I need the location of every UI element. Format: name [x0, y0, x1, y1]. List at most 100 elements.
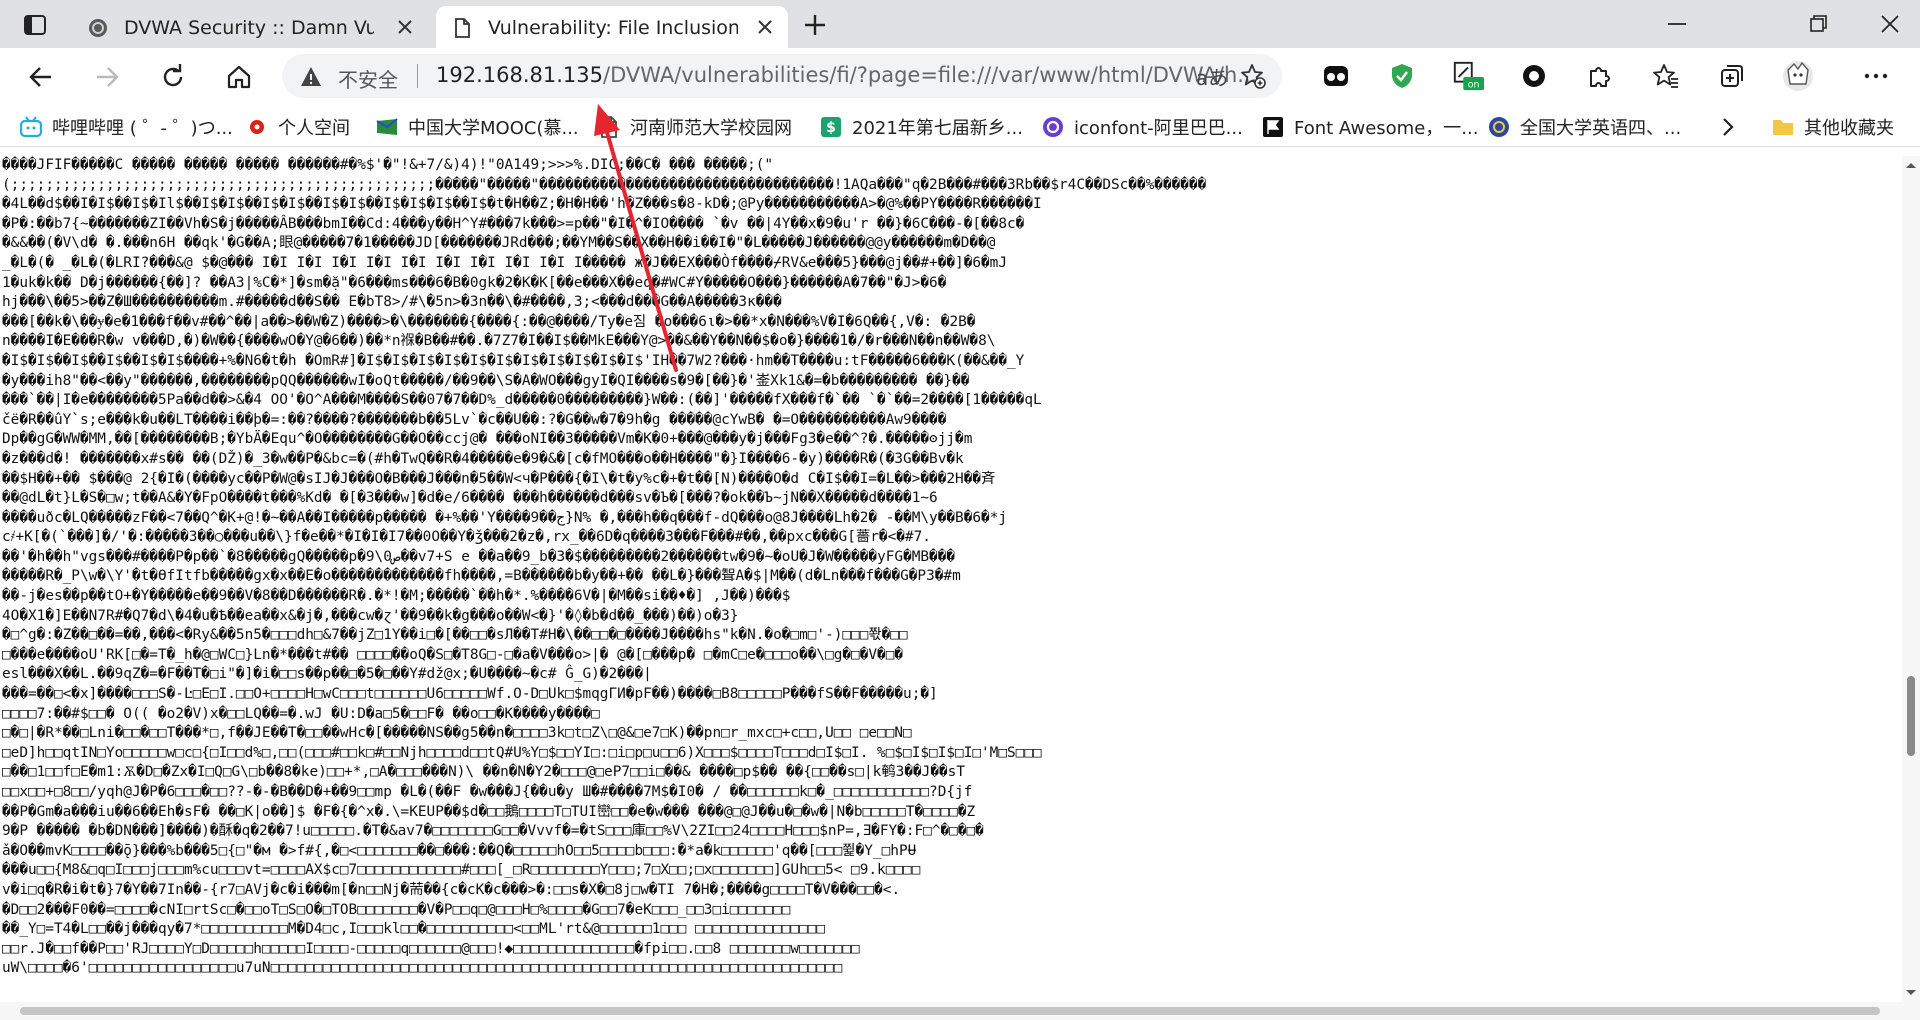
binary-output-line: ���`��|I�e��������5Pa��d��>&�4 OO'�O^A��…: [2, 392, 1042, 409]
binary-output-line: □□x□□+□8□□/yqh@J�P�6□□□�□□??-�-�B��D�+��…: [2, 784, 973, 800]
binary-output-line: �□^g�:�Z��□��=��,���<�Ry&��5n5�□□□dh□&7�…: [2, 627, 908, 644]
bookmark-label: Font Awesome，一...: [1294, 118, 1479, 139]
home-icon: [227, 65, 251, 89]
bookmark-cet[interactable]: 全国大学英语四、...: [1488, 114, 1681, 140]
refresh-icon: [163, 64, 183, 87]
extension-circle-button[interactable]: [1518, 60, 1550, 92]
chevron-right-icon: [1723, 118, 1734, 136]
vertical-scrollbar[interactable]: [1902, 156, 1920, 1002]
favorites-button[interactable]: [1650, 60, 1682, 92]
bilibili-icon: [20, 116, 42, 138]
address-bar[interactable]: 不安全 192.168.81.135/DVWA/vulnerabilities/…: [282, 54, 1282, 98]
bookmark-iconfont[interactable]: iconfont-阿里巴巴...: [1042, 114, 1243, 140]
binary-output-line: ��$H��+�� $���@ 2{�I�(����yc��P�W@�sIJ�J…: [2, 470, 996, 487]
forward-button[interactable]: [90, 60, 124, 94]
tab-title: Vulnerability: File Inclusion :: Dan: [488, 17, 738, 39]
close-tab-icon[interactable]: [396, 18, 414, 36]
binary-output-line: □��□1□□f□E�m1:Ѫ�D□�Zx�I□Q□G\□b��8�ke)□□+…: [2, 764, 965, 781]
warning-triangle-icon[interactable]: [300, 66, 322, 88]
binary-output-line: �����R�_P\w�\Y'�t�ӨfItfb�����gx�x��E�o��…: [2, 568, 961, 585]
binary-output-line: čё�R��ûY`s;e���k�u��LT����i��þ�=:��?����…: [2, 411, 947, 428]
url-text[interactable]: 192.168.81.135/DVWA/vulnerabilities/fi/?…: [436, 63, 1257, 87]
profile-button[interactable]: [1782, 60, 1814, 92]
close-tab-icon[interactable]: [756, 18, 774, 36]
extension-on-icon: on: [1453, 61, 1484, 90]
horizontal-scrollbar[interactable]: [0, 1002, 1920, 1020]
page-favicon-icon: [455, 18, 470, 38]
binary-output-line: �y���ih8"��<��y"������,��������pQQ������…: [2, 372, 970, 389]
new-tab-icon[interactable]: [800, 10, 830, 40]
collections-button[interactable]: [1716, 60, 1748, 92]
tab-dvwa-security[interactable]: DVWA Security :: Damn Vulnerab: [72, 6, 428, 48]
binary-output-line: 1�uk�k�� D�j������{��]? ��A3|%C�*]�sm�ặ"…: [2, 274, 947, 291]
more-dots-icon: [1864, 73, 1888, 79]
bookmark-personal-space[interactable]: 个人空间: [246, 114, 350, 140]
refresh-button[interactable]: [156, 60, 190, 94]
binary-output-line: c҂+K[�(`���]�/'�:�����3��○���u��\}f�e��*…: [2, 529, 931, 546]
bookmark-xinxiang-2021[interactable]: $ 2021年第七届新乡...: [820, 114, 1023, 140]
read-aloud-button[interactable]: aあ: [1196, 62, 1228, 91]
mooc-icon: [376, 118, 398, 135]
extension-toggle-button[interactable]: on: [1452, 60, 1484, 92]
binary-output-line: �4L��d$��I�I$��I$�Il$��I$�I$��I$�I$��I$�…: [2, 196, 1042, 213]
tab-strip: DVWA Security :: Damn Vulnerab Vulnerabi…: [0, 0, 1920, 48]
svg-text:on: on: [1468, 79, 1480, 90]
bookmark-font-awesome[interactable]: Font Awesome，一...: [1262, 114, 1478, 140]
favorites-bar: 哔哩哔哩 ( ゜- ゜)つ... 个人空间 中国大学MOOC(慕... 河南师范…: [0, 106, 1920, 147]
globe-icon: [1489, 117, 1509, 137]
binary-output-line: ���[��k�\��ɏ�e�1���f��v#��^��|a��>��W�Z)…: [2, 313, 976, 330]
url-path: /DVWA/vulnerabilities/fi/?page=file:///v…: [603, 63, 1258, 87]
bookmark-bilibili[interactable]: 哔哩哔哩 ( ゜- ゜)つ...: [20, 114, 233, 140]
not-secure-label[interactable]: 不安全: [338, 64, 398, 93]
add-favorite-icon[interactable]: [1240, 63, 1266, 89]
binary-output-line: �z���d�! �������x#s�� ��(DŽ)�_3�w��P�&bc…: [2, 450, 964, 467]
binary-output-line: ��P�Gm�a���iu��6��Eh�sF� ��□K|o��]$ �F�{…: [2, 803, 976, 820]
dollar-icon: $: [821, 117, 841, 137]
extension-shield-button[interactable]: [1386, 60, 1418, 92]
restore-icon[interactable]: [1806, 12, 1830, 36]
dvwa-favicon-icon: [89, 19, 107, 37]
horizontal-scroll-thumb[interactable]: [20, 1007, 1880, 1015]
extensions-button[interactable]: [1584, 60, 1616, 92]
bookmark-label: 2021年第七届新乡...: [852, 118, 1023, 139]
binary-output-line: hj���\��5>��Z�Ш����������m.#�����d��S�� …: [2, 294, 782, 311]
binary-output-line: ��_Y□=T4�L□□��j���qy�7*□□□□□□□□□□M�D4□c,…: [2, 921, 826, 938]
close-window-icon[interactable]: [1878, 12, 1902, 36]
scroll-down-arrow-icon[interactable]: [1905, 986, 1917, 998]
settings-more-button[interactable]: [1860, 60, 1892, 92]
bookmark-mooc[interactable]: 中国大学MOOC(慕...: [376, 114, 579, 140]
bookmarks-overflow-button[interactable]: [1720, 114, 1736, 140]
binary-output-line: n����I�E���R�w v���D,�)�W��{����wO�Y@�6�…: [2, 333, 996, 350]
bookmark-henan-normal[interactable]: 河南师范大学校园网: [598, 114, 792, 140]
document-icon: [601, 116, 617, 138]
flag-icon: [1263, 117, 1283, 137]
vertical-scroll-thumb[interactable]: [1907, 676, 1915, 756]
binary-output-line: �P�:��b7{~�������ZI��Vh�S�j�����ÂB���bmI…: [2, 215, 1025, 232]
scroll-up-arrow-icon[interactable]: [1905, 160, 1917, 172]
tab-file-inclusion[interactable]: Vulnerability: File Inclusion :: Dan: [436, 6, 788, 48]
binary-output-line: ���u□□{M8&□q□I□□□j□□□m%cu□□□vt=□□□□AX$c□…: [2, 862, 921, 879]
binary-output-line: �D□□2���F0��=□□□□�cNI□rtSc□�□□oT□S□O�□TO…: [2, 901, 791, 918]
binary-output-line: �&&��(�V\d� �.���n6H ��qk'�G��A;眼@�����7…: [2, 235, 996, 252]
binary-output-line: ����JFIF�����C ����� ����� ����� ������#…: [2, 157, 774, 173]
binary-output-line: □□r.J�□□f��P□□'RJ□□□□Y□D□□□□□h□□□□□I□□□□…: [2, 940, 860, 957]
collections-icon: [1721, 65, 1743, 87]
binary-output-line: _�L�(� _�L�(�LRI?���&@ $�@��� I�I I�I I�…: [2, 254, 1008, 271]
minimize-icon[interactable]: [1665, 12, 1689, 36]
sunglasses-extension-icon: [1324, 66, 1348, 86]
binary-output-line: ���=��□<�x]����□□□S�-Ŀ□E□I.□□O+□□□□H□wC□…: [2, 686, 938, 703]
home-button[interactable]: [222, 60, 256, 94]
other-favorites-folder[interactable]: 其他收藏夹: [1772, 114, 1894, 140]
binary-output-line: �I$�I$��I$��I$��I$�I$����+%�N6�t�h �OmR#…: [2, 352, 1025, 369]
binary-output-line: □eD]h□□qtIN□Yo□□□□□w□c□{□I□□d%□,□□(□□□#□…: [2, 744, 1042, 761]
binary-output-line: ����uðc�LQ�����zF��<7��Q^�K+@!�~��A��I��…: [2, 509, 1008, 526]
binary-file-output: ����JFIF�����C ����� ����� ����� ������#…: [0, 156, 1902, 979]
extension-sunglasses-button[interactable]: [1320, 60, 1352, 92]
page-content: ����JFIF�����C ����� ����� ����� ������#…: [0, 156, 1902, 1012]
tab-title: DVWA Security :: Damn Vulnerab: [124, 17, 374, 39]
binary-output-line: (;;;;;;;;;;;;;;;;;;;;;;;;;;;;;;;;;;;;;;;…: [2, 176, 1207, 193]
back-button[interactable]: [24, 60, 58, 94]
tab-actions-menu-button[interactable]: [16, 10, 54, 40]
binary-output-line: ��@dL�t}L�S�□w;t��A&�Y�FpO����t���%Kd� �…: [2, 490, 938, 507]
binary-output-line: uW\□□□□�6'□□□□□□□□□□□□□□□□□u7uN□□□□□□□□□…: [2, 960, 843, 977]
